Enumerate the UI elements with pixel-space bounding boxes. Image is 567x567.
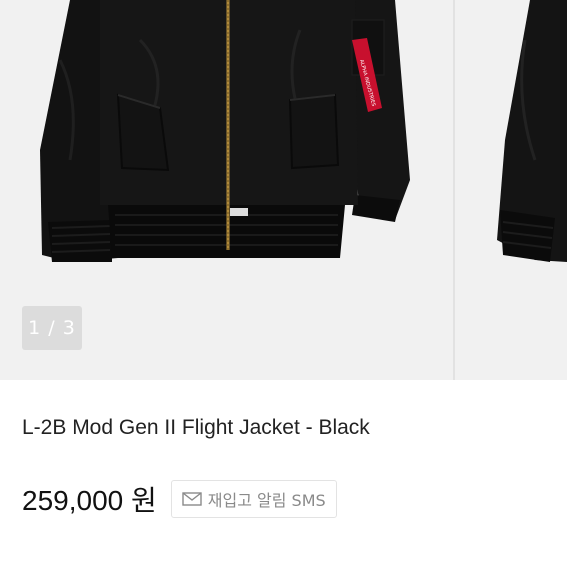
product-title: L-2B Mod Gen II Flight Jacket - Black: [22, 416, 370, 439]
product-image-main[interactable]: ALPHA INDUSTRIES 1 / 3: [0, 0, 454, 380]
product-image-gallery[interactable]: ALPHA INDUSTRIES 1 / 3: [0, 0, 567, 380]
mail-icon: [182, 492, 202, 506]
price-row: 259,000 원 재입고 알림 SMS: [22, 478, 337, 520]
product-image-next[interactable]: [455, 0, 567, 380]
restock-sms-button[interactable]: 재입고 알림 SMS: [170, 480, 337, 518]
restock-sms-label: 재입고 알림 SMS: [207, 491, 326, 510]
image-counter: 1 / 3: [22, 306, 82, 350]
product-price: 259,000 원: [22, 485, 157, 516]
jacket-back-image: [497, 0, 567, 262]
